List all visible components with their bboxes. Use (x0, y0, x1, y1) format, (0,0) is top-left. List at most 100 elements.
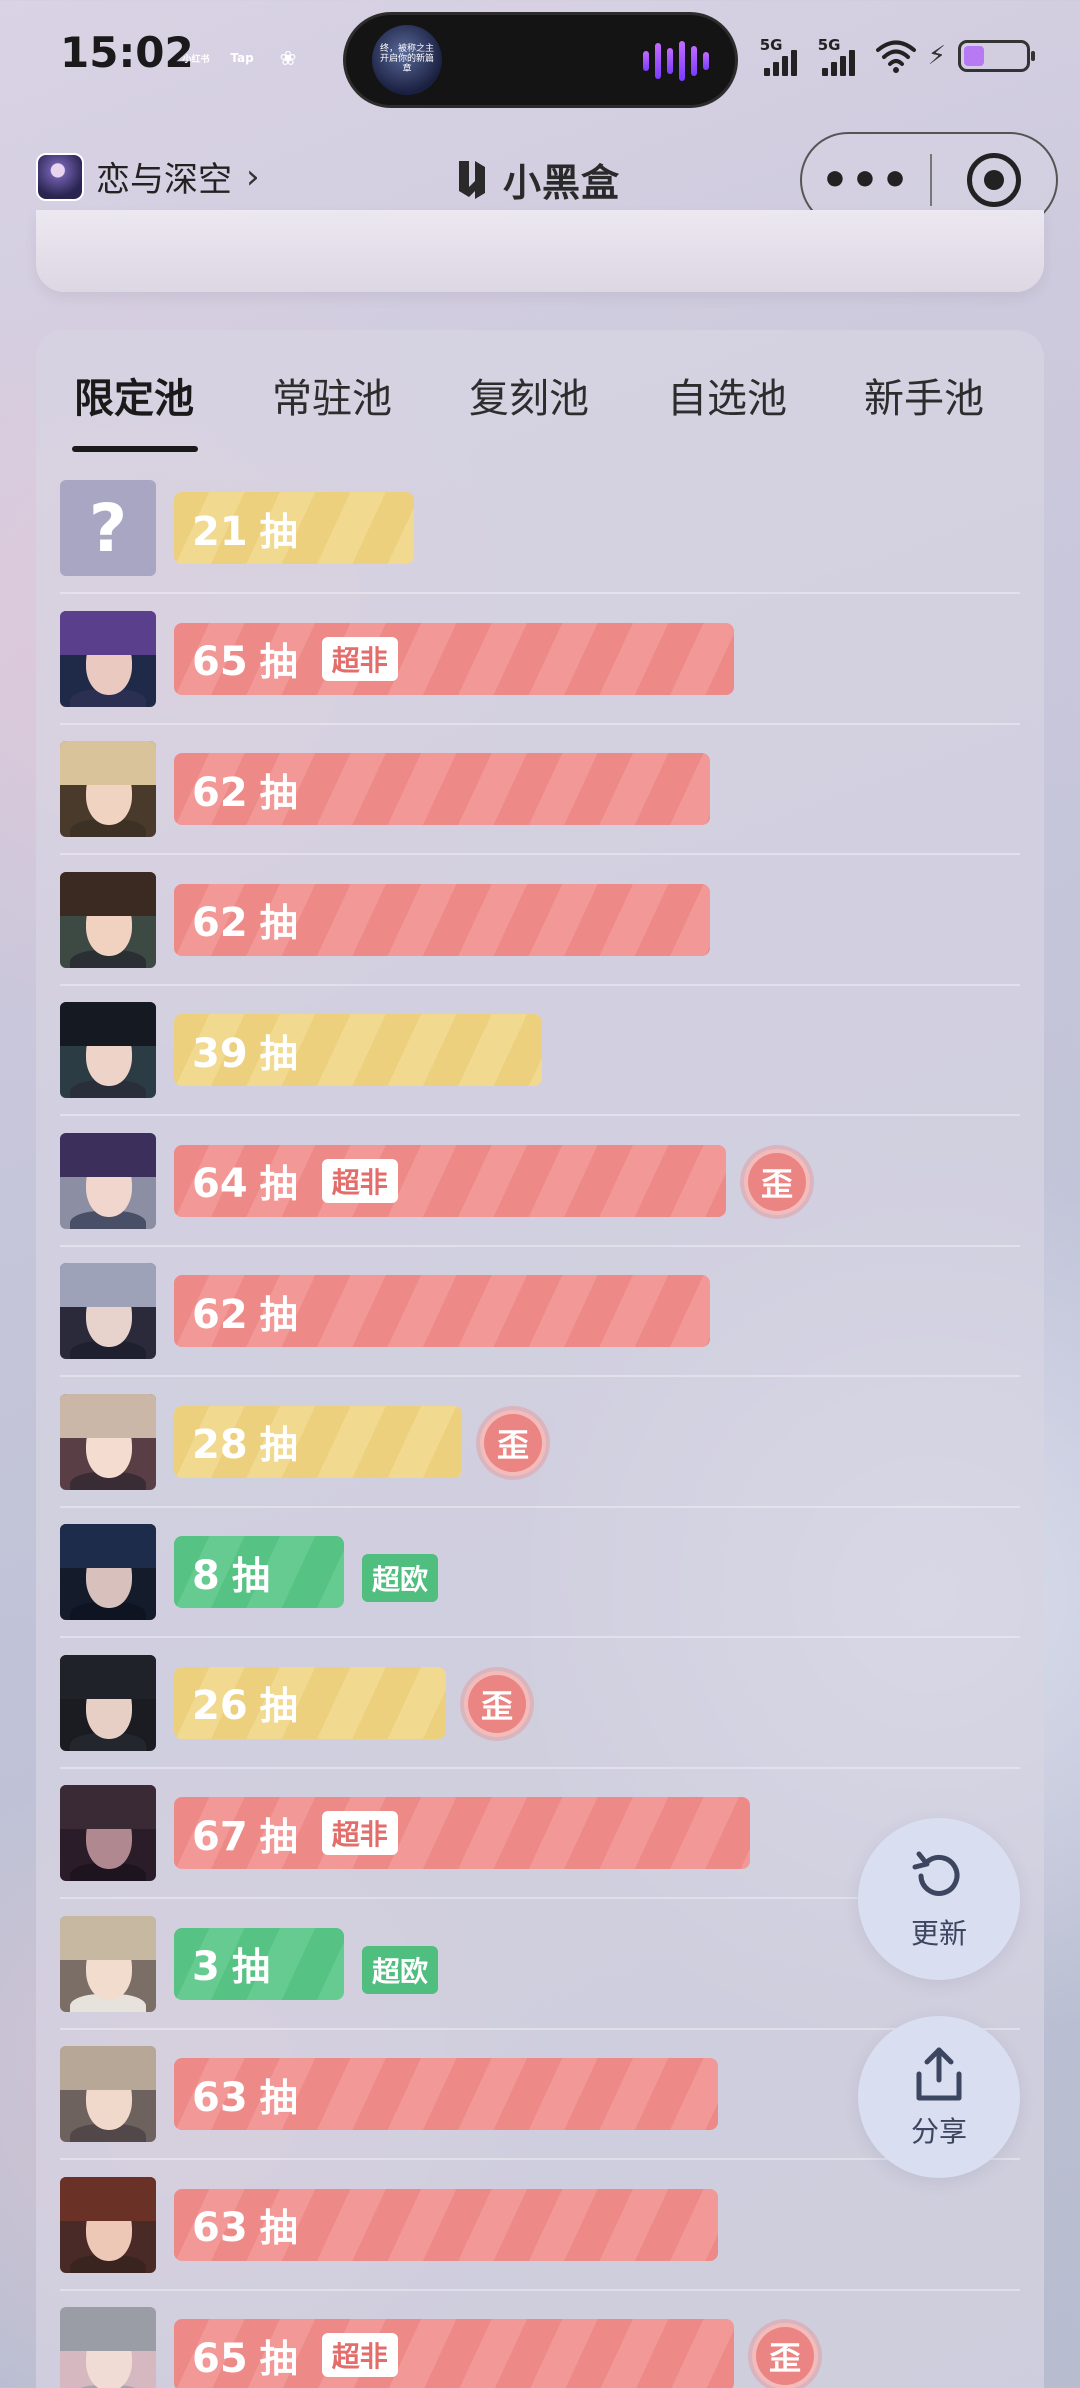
pull-count-label: 63 抽 (192, 2074, 298, 2121)
pull-count-label: 62 抽 (192, 769, 298, 816)
character-avatar (60, 871, 156, 968)
character-avatar (60, 2046, 156, 2142)
xiaohongshu-app-icon: 小红书 (182, 54, 210, 65)
pull-count-bar: 65 抽超非 (174, 2319, 734, 2388)
game-avatar (36, 152, 84, 201)
dynamic-island[interactable]: 终，被称之主 开启你的新篇章 (343, 12, 738, 108)
off-banner-badge: 歪 (464, 1670, 530, 1737)
pull-count-label: 21 抽 (192, 508, 298, 555)
pull-count-label: 62 抽 (192, 1291, 298, 1338)
pull-count-label: 62 抽 (192, 900, 298, 946)
character-avatar (60, 610, 156, 707)
status-bar: 15:02 小红书 Tap ❀ 终，被称之主 开启你的新篇章 5G 5G ⚡ (0, 0, 1080, 120)
character-avatar (60, 1002, 156, 1098)
pull-count-bar: 3抽 (174, 1927, 344, 2000)
gacha-row[interactable]: 65 抽超非 (36, 593, 1044, 725)
cellular-signal-icon: 5G (818, 36, 864, 76)
pull-count-label: 65 抽 (192, 2335, 298, 2382)
gacha-row[interactable]: 62 抽 (36, 1245, 1044, 1377)
taptap-app-icon: Tap (230, 51, 254, 65)
status-time: 15:02 (60, 28, 194, 77)
pull-count-bar: 67 抽超非 (174, 1797, 750, 1869)
pull-count-bar: 62 抽 (174, 753, 710, 825)
pull-count-bar: 28 抽 (174, 1405, 462, 1478)
lucky-badge: 超欧 (362, 1554, 439, 1602)
pull-count-bar: 8抽 (174, 1536, 344, 1608)
character-avatar (60, 1654, 156, 1751)
pull-count-label: 67 抽 (192, 1813, 298, 1860)
character-avatar (60, 1263, 156, 1359)
game-selector[interactable]: 恋与深空 › (36, 152, 260, 201)
tab-limited-pool[interactable]: 限定池 (74, 366, 194, 424)
lucky-badge: 超欧 (362, 1945, 439, 1994)
now-playing-thumbnail: 终，被称之主 开启你的新篇章 (372, 25, 442, 95)
pull-count-bar: 21 抽 (174, 492, 414, 564)
pull-count-label: 3抽 (192, 1944, 270, 1990)
pull-count-bar: 64 抽超非 (174, 1144, 726, 1217)
pull-count-bar: 62 抽 (174, 1275, 710, 1347)
off-banner-badge: 歪 (480, 1409, 546, 1476)
game-title: 恋与深空 (96, 160, 232, 200)
character-avatar (60, 1393, 156, 1490)
unknown-character-avatar: ? (60, 480, 156, 576)
share-icon (916, 2047, 962, 2101)
character-avatar (60, 1785, 156, 1881)
off-banner-badge: 歪 (752, 2323, 818, 2388)
character-avatar (60, 1524, 156, 1620)
pull-count-label: 64 抽 (192, 1161, 298, 1207)
tab-standard-pool[interactable]: 常驻池 (272, 366, 392, 424)
pull-count-bar: 63 抽 (174, 2188, 718, 2261)
pull-count-bar: 39 抽 (174, 1014, 542, 1086)
audio-wave-icon (643, 41, 709, 81)
character-avatar (60, 1132, 156, 1229)
character-avatar (60, 741, 156, 837)
target-icon (967, 153, 1021, 207)
pull-count-label: 28 抽 (192, 1422, 298, 1468)
summary-card (36, 210, 1044, 292)
pull-count-bar: 65 抽超非 (174, 622, 734, 695)
tab-beginner-pool[interactable]: 新手池 (864, 366, 984, 424)
gacha-row[interactable]: 65 抽超非歪 (36, 2289, 1044, 2388)
pull-count-label: 39 抽 (192, 1030, 298, 1077)
gacha-row[interactable]: 62 抽 (36, 854, 1044, 986)
tab-selectable-pool[interactable]: 自选池 (667, 366, 787, 424)
gacha-row[interactable]: ? 21 抽 (36, 462, 1044, 594)
pull-count-bar: 26 抽 (174, 1666, 446, 1739)
charging-icon: ⚡ (927, 41, 946, 71)
app-notification-icon: ❀ (279, 46, 297, 70)
pull-count-label: 65 抽 (192, 639, 298, 685)
chevron-right-icon: › (246, 156, 260, 197)
character-avatar (60, 2307, 156, 2388)
unlucky-badge: 超非 (321, 1158, 398, 1203)
gacha-row[interactable]: 26 抽 歪 (36, 1637, 1044, 1769)
unlucky-badge: 超非 (321, 1811, 398, 1855)
share-button[interactable]: 分享 (858, 2016, 1020, 2178)
battery-icon (958, 40, 1035, 72)
pool-tabs: 限定池 常驻池 复刻池 自选池 新手池 (36, 330, 1044, 452)
gacha-row[interactable]: 39 抽 (36, 984, 1044, 1116)
pull-count-label: 26 抽 (192, 1683, 298, 1729)
refresh-icon (912, 1851, 960, 1896)
more-button[interactable]: ••• (802, 155, 930, 206)
active-tab-indicator (72, 446, 198, 452)
pull-count-bar: 63 抽 (174, 2058, 718, 2130)
close-miniprogram-button[interactable] (932, 153, 1056, 207)
gacha-row[interactable]: 8 抽 超欧 (36, 1506, 1044, 1638)
pull-count-bar: 62 抽 (174, 883, 710, 956)
pull-count-label: 8抽 (192, 1552, 270, 1599)
pull-count-label: 63 抽 (192, 2205, 298, 2251)
gacha-row[interactable]: 63 抽 (36, 2159, 1044, 2291)
brand-logo: 小黑盒 (455, 152, 620, 207)
unlucky-badge: 超非 (321, 636, 398, 681)
cellular-signal-icon: 5G (760, 36, 806, 76)
off-banner-badge: 歪 (744, 1148, 810, 1215)
unlucky-badge: 超非 (321, 2333, 398, 2377)
xiaoheihe-logo-icon (459, 160, 485, 199)
character-avatar (60, 1915, 156, 2012)
gacha-row[interactable]: 62 抽 (36, 723, 1044, 855)
gacha-row[interactable]: 28 抽 歪 (36, 1376, 1044, 1508)
gacha-row[interactable]: 64 抽超非歪 (36, 1115, 1044, 1247)
character-avatar (60, 2176, 156, 2273)
refresh-button[interactable]: 更新 (858, 1818, 1020, 1980)
tab-rerun-pool[interactable]: 复刻池 (469, 366, 589, 424)
